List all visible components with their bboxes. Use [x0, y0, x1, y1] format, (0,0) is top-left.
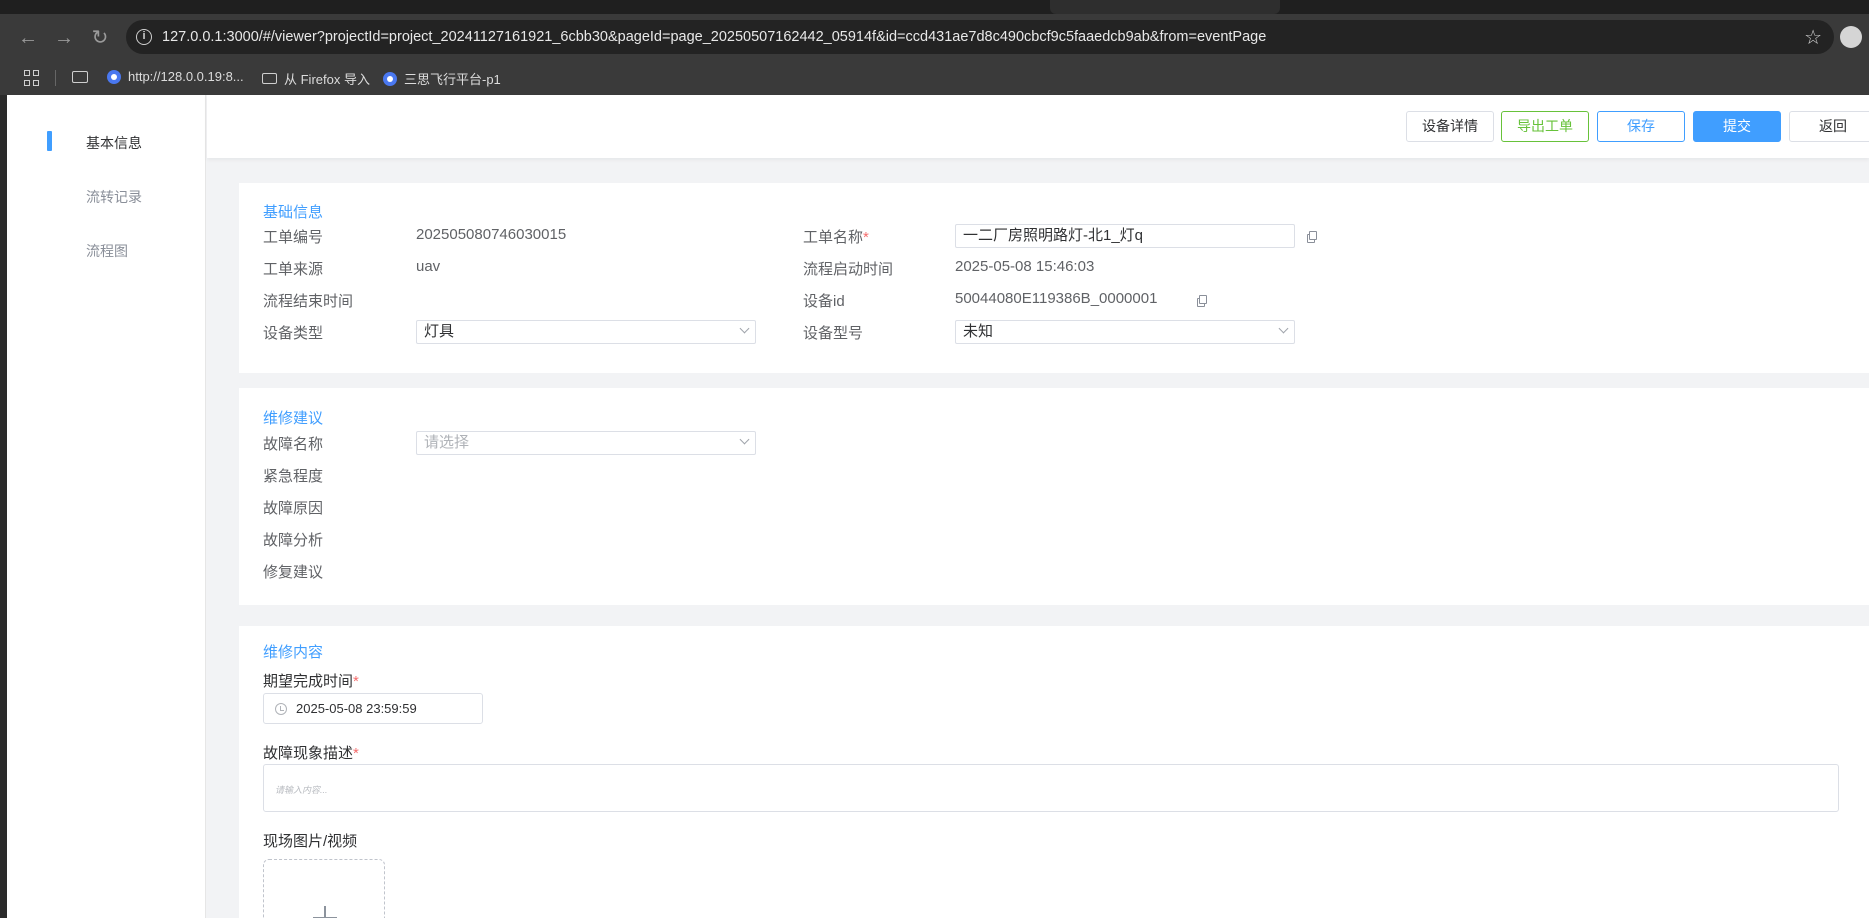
device-type-value: 灯具 — [424, 323, 455, 340]
action-bar: 设备详情 导出工单 保存 提交 返回 — [207, 95, 1869, 158]
sidebar-item-flow-record[interactable]: 流转记录 — [86, 187, 142, 207]
repair-advice-card: 维修建议 故障名称 请选择 紧急程度 故障原因 故障分析 修复建议 — [239, 388, 1869, 605]
required-mark: * — [863, 229, 869, 246]
copy-icon[interactable] — [1307, 231, 1317, 243]
back-arrow-icon[interactable]: ← — [16, 26, 40, 50]
bookmark-star-icon[interactable]: ☆ — [1804, 25, 1822, 50]
bookmarks-bar: http://128.0.0.19:8... 从 Firefox 导入 三思飞行… — [0, 60, 1869, 95]
cause-label: 故障原因 — [263, 500, 324, 517]
description-label: 故障现象描述* — [263, 742, 359, 763]
expected-time-label-text: 期望完成时间 — [263, 673, 354, 690]
device-model-value: 未知 — [963, 323, 994, 340]
description-placeholder: 请输入内容... — [275, 785, 328, 795]
reload-icon[interactable]: ↻ — [88, 26, 112, 50]
section-title: 维修内容 — [263, 644, 324, 661]
section-title: 基础信息 — [263, 204, 324, 221]
copy-icon[interactable] — [1197, 295, 1207, 307]
export-order-button[interactable]: 导出工单 — [1501, 111, 1589, 142]
apps-grid-icon[interactable] — [24, 70, 40, 86]
repair-suggestion-label: 修复建议 — [263, 564, 324, 581]
chevron-down-icon — [1278, 323, 1289, 334]
page-content: 基本信息 流转记录 流程图 设备详情 导出工单 保存 提交 返回 基础信息 工单… — [7, 95, 1869, 918]
folder-icon[interactable] — [72, 71, 88, 83]
clock-icon — [275, 703, 287, 715]
chevron-down-icon — [739, 323, 750, 334]
expected-time-label: 期望完成时间* — [263, 670, 359, 691]
forward-arrow-icon[interactable]: → — [52, 26, 76, 50]
expected-time-value: 2025-05-08 23:59:59 — [296, 701, 417, 716]
bookmark-label: 从 Firefox 导入 — [284, 72, 370, 87]
back-button[interactable]: 返回 — [1789, 111, 1869, 142]
bookmark-label: 三思飞行平台-p1 — [404, 72, 501, 87]
start-time-label: 流程启动时间 — [803, 261, 894, 278]
end-time-label: 流程结束时间 — [263, 293, 354, 310]
device-model-label: 设备型号 — [803, 325, 864, 342]
browser-tab-active[interactable] — [1050, 0, 1280, 14]
plus-icon — [313, 906, 337, 918]
url-text[interactable]: 127.0.0.1:3000/#/viewer?projectId=projec… — [162, 29, 1266, 45]
bookmark-label: http://128.0.0.19:8... — [128, 69, 244, 84]
media-label: 现场图片/视频 — [263, 833, 358, 850]
basic-info-card: 基础信息 工单编号 202505080746030015 工单名称* 一二厂房照… — [239, 183, 1869, 373]
device-model-select[interactable]: 未知 — [955, 320, 1295, 344]
order-name-input[interactable]: 一二厂房照明路灯-北1_灯q — [955, 224, 1295, 248]
bookmark-folder-firefox[interactable]: 从 Firefox 导入 — [262, 69, 370, 88]
device-id-value: 50044080E119386B_0000001 — [955, 290, 1158, 307]
save-button[interactable]: 保存 — [1597, 111, 1685, 142]
order-no-value: 202505080746030015 — [416, 226, 567, 243]
device-id-label: 设备id — [803, 293, 845, 310]
submit-button[interactable]: 提交 — [1693, 111, 1781, 142]
folder-icon — [262, 73, 277, 84]
sidebar-item-flow-chart[interactable]: 流程图 — [86, 241, 128, 261]
device-detail-button[interactable]: 设备详情 — [1406, 111, 1494, 142]
active-marker — [47, 131, 52, 151]
section-title: 维修建议 — [263, 410, 324, 427]
browser-toolbar: ← → ↻ i 127.0.0.1:3000/#/viewer?projectI… — [0, 14, 1869, 60]
address-bar[interactable]: i 127.0.0.1:3000/#/viewer?projectId=proj… — [126, 20, 1834, 54]
required-mark: * — [353, 745, 359, 762]
urgency-label: 紧急程度 — [263, 468, 324, 485]
device-type-select[interactable]: 灯具 — [416, 320, 756, 344]
description-label-text: 故障现象描述 — [263, 745, 354, 762]
device-type-label: 设备类型 — [263, 325, 324, 342]
bookmark-item[interactable]: 三思飞行平台-p1 — [383, 69, 501, 88]
analysis-label: 故障分析 — [263, 532, 324, 549]
upload-media-box[interactable] — [263, 859, 385, 918]
order-name-label-text: 工单名称 — [803, 229, 864, 246]
fault-name-placeholder: 请选择 — [424, 434, 470, 451]
order-no-label: 工单编号 — [263, 229, 324, 246]
fault-name-label: 故障名称 — [263, 436, 324, 453]
browser-tab-strip — [0, 0, 1869, 14]
fault-name-select[interactable]: 请选择 — [416, 431, 756, 455]
globe-icon — [107, 69, 121, 84]
site-info-icon[interactable]: i — [136, 29, 152, 45]
start-time-value: 2025-05-08 15:46:03 — [955, 258, 1095, 275]
repair-content-card: 维修内容 期望完成时间* 2025-05-08 23:59:59 故障现象描述*… — [239, 626, 1869, 918]
profile-avatar-icon[interactable] — [1840, 26, 1862, 48]
expected-time-picker[interactable]: 2025-05-08 23:59:59 — [263, 693, 483, 724]
order-name-label: 工单名称* — [803, 226, 869, 247]
anchor-sidebar: 基本信息 流转记录 流程图 — [7, 95, 206, 918]
chevron-down-icon — [739, 434, 750, 445]
bookmark-item[interactable]: http://128.0.0.19:8... — [107, 69, 244, 84]
sidebar-item-basic-info[interactable]: 基本信息 — [86, 133, 142, 153]
source-value: uav — [416, 258, 441, 275]
source-label: 工单来源 — [263, 261, 324, 278]
globe-icon — [383, 71, 397, 86]
description-textarea[interactable]: 请输入内容... — [263, 764, 1839, 812]
bookmarks-divider — [55, 70, 56, 86]
required-mark: * — [353, 673, 359, 690]
